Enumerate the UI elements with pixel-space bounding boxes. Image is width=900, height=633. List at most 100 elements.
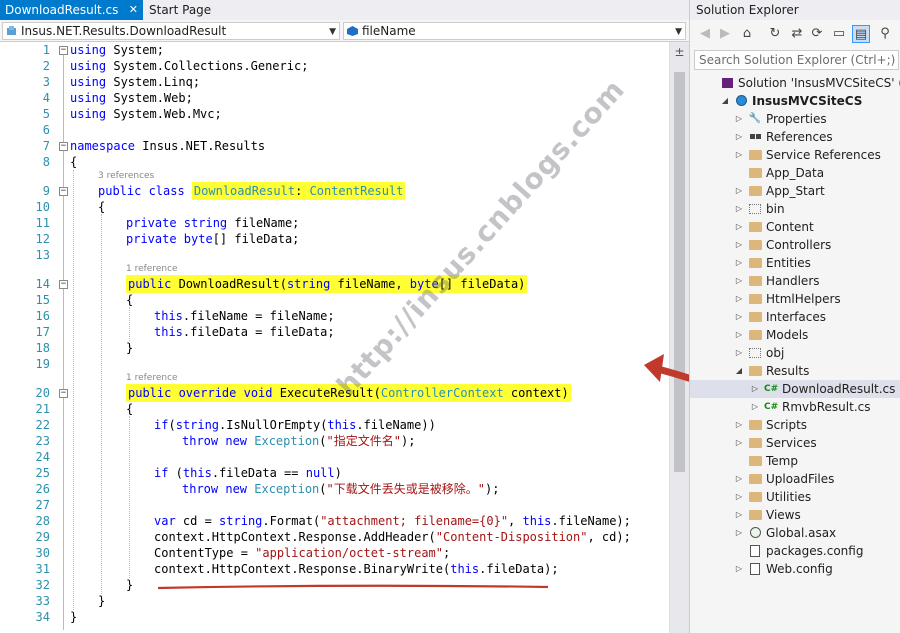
tree-item[interactable]: ▷ Services: [690, 434, 900, 452]
line-number: 22: [35, 418, 50, 432]
tree-item[interactable]: ▷ 🔧 Properties: [690, 110, 900, 128]
solution-search-input[interactable]: Search Solution Explorer (Ctrl+;): [694, 50, 899, 70]
collapsed-arrow-icon[interactable]: ▷: [734, 308, 744, 326]
collapsed-arrow-icon[interactable]: ▷: [734, 434, 744, 452]
tree-item[interactable]: ◢ InsusMVCSiteCS: [690, 92, 900, 110]
global-asax-icon: [748, 527, 762, 539]
code-line-25: if (this.fileData == null): [154, 465, 342, 481]
collapsed-arrow-icon[interactable]: ▷: [734, 146, 744, 164]
scrollbar-thumb[interactable]: [674, 72, 685, 472]
tree-item[interactable]: ▷ C# DownloadResult.cs: [690, 380, 900, 398]
codelens-references[interactable]: 1 reference: [126, 263, 178, 275]
type-name: Exception: [254, 434, 320, 448]
code-text: context.HttpContext.Response.AddHeader(: [154, 530, 436, 544]
close-icon[interactable]: ✕: [129, 0, 138, 20]
codelens-references[interactable]: 1 reference: [126, 372, 178, 384]
tree-item[interactable]: packages.config: [690, 542, 900, 560]
collapsed-arrow-icon[interactable]: ▷: [734, 290, 744, 308]
collapsed-arrow-icon[interactable]: ▷: [734, 416, 744, 434]
tree-item[interactable]: Temp: [690, 452, 900, 470]
code-line-26: throw new Exception("下载文件丢失或是被移除。");: [182, 481, 499, 497]
collapse-outline-icon[interactable]: −: [59, 187, 68, 196]
indent-guide: [129, 416, 130, 578]
tree-item[interactable]: ▷ obj: [690, 344, 900, 362]
collapsed-arrow-icon[interactable]: ▷: [734, 344, 744, 362]
collapsed-arrow-icon[interactable]: ▷: [734, 236, 744, 254]
highlight-class-declaration: DownloadResult: ContentResult: [191, 182, 406, 200]
tree-item[interactable]: ▷ bin: [690, 200, 900, 218]
collapsed-arrow-icon[interactable]: ▷: [734, 128, 744, 146]
tree-item[interactable]: ▷ Models: [690, 326, 900, 344]
collapse-all-icon[interactable]: ▭: [830, 25, 848, 43]
collapse-outline-icon[interactable]: −: [59, 280, 68, 289]
vertical-scrollbar[interactable]: ±: [669, 42, 689, 633]
forward-icon[interactable]: ▶: [716, 25, 734, 43]
back-icon[interactable]: ◀: [696, 25, 714, 43]
collapsed-arrow-icon[interactable]: ▷: [734, 506, 744, 524]
home-icon[interactable]: ⌂: [738, 25, 756, 43]
string-literal: "application/octet-stream": [255, 546, 443, 560]
collapsed-arrow-icon[interactable]: ▷: [734, 326, 744, 344]
tree-item[interactable]: ▷ Global.asax: [690, 524, 900, 542]
collapsed-arrow-icon[interactable]: ▷: [734, 254, 744, 272]
keyword: public class: [98, 184, 192, 198]
tab-start-page[interactable]: Start Page: [144, 0, 234, 20]
keyword: throw new: [182, 434, 255, 448]
tree-item[interactable]: ▷ HtmlHelpers: [690, 290, 900, 308]
tree-item[interactable]: ▷ Scripts: [690, 416, 900, 434]
split-icon[interactable]: ±: [674, 46, 685, 60]
collapse-outline-icon[interactable]: −: [59, 142, 68, 151]
collapsed-arrow-icon[interactable]: ▷: [750, 380, 760, 398]
indent-guide: [73, 170, 74, 610]
tree-item[interactable]: ▷ References: [690, 128, 900, 146]
collapsed-arrow-icon[interactable]: ▷: [734, 560, 744, 578]
history-icon[interactable]: ↻: [766, 25, 784, 43]
collapse-outline-icon[interactable]: −: [59, 46, 68, 55]
tab-downloadresult-cs[interactable]: DownloadResult.cs ✕: [0, 0, 143, 20]
tree-item[interactable]: ▷ Web.config: [690, 560, 900, 578]
tree-item[interactable]: ▷ Views: [690, 506, 900, 524]
tree-item[interactable]: ▷ Utilities: [690, 488, 900, 506]
collapsed-arrow-icon[interactable]: ▷: [734, 218, 744, 236]
code-text: }: [126, 578, 134, 592]
line-number: 17: [35, 325, 50, 339]
tree-item[interactable]: ▷ Entities: [690, 254, 900, 272]
tree-item[interactable]: ▷ Service References: [690, 146, 900, 164]
class-icon: [7, 26, 16, 35]
tree-item[interactable]: Solution 'InsusMVCSiteCS' (1 proje: [690, 74, 900, 92]
line-number: 34: [35, 610, 50, 624]
properties-icon[interactable]: ⚲: [876, 25, 894, 43]
collapsed-arrow-icon[interactable]: ▷: [734, 272, 744, 290]
tree-item[interactable]: ▷ C# RmvbResult.cs: [690, 398, 900, 416]
collapsed-arrow-icon[interactable]: ▷: [734, 488, 744, 506]
codelens-references[interactable]: 3 references: [98, 170, 154, 182]
folder-icon: [748, 149, 762, 161]
tree-item[interactable]: ▷ UploadFiles: [690, 470, 900, 488]
tree-item[interactable]: App_Data: [690, 164, 900, 182]
tree-item-label: Models: [766, 328, 809, 342]
collapsed-arrow-icon[interactable]: ▷: [750, 398, 760, 416]
show-all-files-icon[interactable]: ▤: [852, 25, 870, 43]
collapsed-arrow-icon[interactable]: ▷: [734, 200, 744, 218]
collapsed-arrow-icon[interactable]: ▷: [734, 524, 744, 542]
tree-item[interactable]: ▷ Controllers: [690, 236, 900, 254]
tree-item[interactable]: ▷ App_Start: [690, 182, 900, 200]
keyword: if: [154, 418, 169, 432]
sync-icon[interactable]: ⇄: [788, 25, 806, 43]
collapsed-arrow-icon[interactable]: ▷: [734, 110, 744, 128]
member-dropdown[interactable]: fileName ▼: [343, 22, 686, 40]
tree-item[interactable]: ▷ Handlers: [690, 272, 900, 290]
tree-item[interactable]: ◢ Results: [690, 362, 900, 380]
collapsed-arrow-icon[interactable]: ▷: [734, 182, 744, 200]
collapsed-arrow-icon[interactable]: ▷: [734, 470, 744, 488]
type-dropdown[interactable]: Insus.NET.Results.DownloadResult ▼: [2, 22, 340, 40]
tree-item[interactable]: ▷ Interfaces: [690, 308, 900, 326]
code-text: context): [503, 386, 569, 400]
collapse-outline-icon[interactable]: −: [59, 389, 68, 398]
expanded-arrow-icon[interactable]: ◢: [734, 362, 744, 380]
code-editor[interactable]: DownloadResult.cs ✕ Start Page Insus.NET…: [0, 0, 689, 633]
refresh-icon[interactable]: ⟳: [808, 25, 826, 43]
expanded-arrow-icon[interactable]: ◢: [720, 92, 730, 110]
tree-item[interactable]: ▷ Content: [690, 218, 900, 236]
code-line-4: using System.Web;: [70, 90, 193, 106]
